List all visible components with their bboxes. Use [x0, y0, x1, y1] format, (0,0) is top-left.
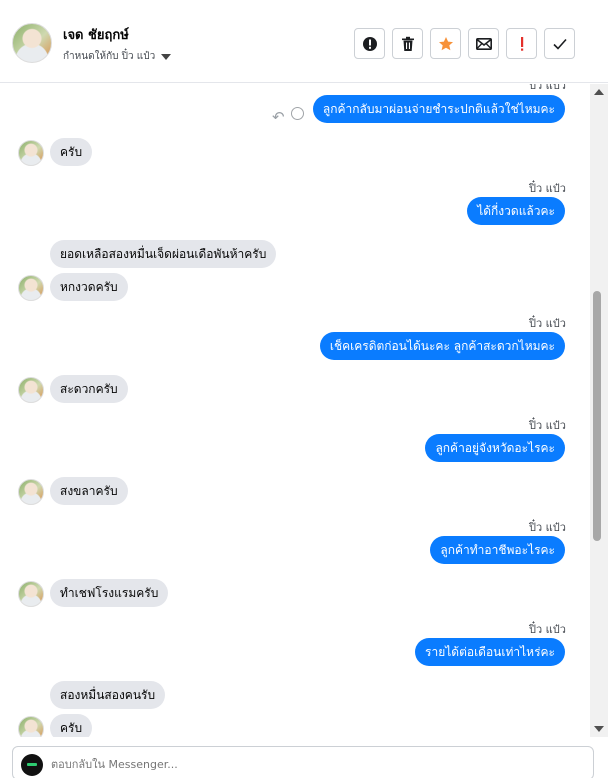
trash-icon: [401, 36, 414, 51]
contact-avatar-small: [18, 377, 44, 403]
sender-label: ปิ๋ว แป๋ว: [529, 84, 566, 92]
sender-label: ปิ๋ว แป๋ว: [529, 419, 566, 432]
message-bubble-incoming[interactable]: ครับ: [50, 138, 93, 166]
message-thread: ปิ๋ว แป๋ว ↶ ลูกค้ากลับมาผ่อนจ่ายชำระปกติ…: [0, 84, 590, 737]
reply-icon[interactable]: ↶: [272, 108, 285, 126]
follow-up-button[interactable]: [506, 28, 537, 59]
reply-input[interactable]: [51, 758, 551, 771]
message-bubble-incoming[interactable]: ครับ: [50, 714, 93, 737]
check-icon: [552, 38, 567, 50]
message-bubble-incoming[interactable]: สะดวกครับ: [50, 375, 128, 403]
sender-label: ปิ๋ว แป๋ว: [529, 317, 566, 330]
assignee-dropdown[interactable]: กำหนดให้กับ ปิ๋ว แป๋ว: [63, 49, 172, 64]
message-bubble-incoming[interactable]: สงขลาครับ: [50, 477, 128, 505]
alert-circle-icon: [362, 36, 377, 51]
sender-label: ปิ๋ว แป๋ว: [529, 521, 566, 534]
message-bubble-incoming[interactable]: สองหมื่นสองคนรับ: [50, 681, 166, 709]
contact-avatar[interactable]: [12, 23, 52, 63]
page-avatar: [21, 754, 43, 776]
envelope-icon: [475, 37, 492, 50]
message-bubble-outgoing[interactable]: ลูกค้าทำอาชีพอะไรคะ: [430, 536, 565, 564]
sender-label: ปิ๋ว แป๋ว: [529, 182, 566, 195]
message-bubble-outgoing[interactable]: ลูกค้าอยู่จังหวัดอะไรคะ: [425, 434, 565, 462]
message-bubble-outgoing[interactable]: ได้กี่งวดแล้วคะ: [467, 197, 565, 225]
message-bubble-incoming[interactable]: หกงวดครับ: [50, 273, 128, 301]
exclamation-icon: [520, 36, 523, 51]
contact-avatar-small: [18, 140, 44, 166]
delete-button[interactable]: [392, 28, 423, 59]
scroll-down-arrow-icon[interactable]: [594, 726, 604, 732]
sender-label: ปิ๋ว แป๋ว: [529, 623, 566, 636]
mark-unread-button[interactable]: [468, 28, 499, 59]
mark-done-button[interactable]: [544, 28, 575, 59]
contact-name[interactable]: เจด ชัยฤกษ์: [63, 24, 129, 45]
conversation-actions: [354, 28, 575, 59]
star-button[interactable]: [430, 28, 461, 59]
contact-avatar-small: [18, 479, 44, 505]
caret-down-icon: [161, 53, 172, 60]
message-bubble-outgoing[interactable]: ลูกค้ากลับมาผ่อนจ่ายชำระปกติแล้วใช่ไหมคะ: [312, 95, 565, 123]
assignee-label: กำหนดให้กับ ปิ๋ว แป๋ว: [63, 51, 156, 62]
contact-avatar-small: [18, 275, 44, 301]
reply-composer: [12, 746, 594, 778]
scrollbar-thumb[interactable]: [593, 291, 601, 541]
conversation-header: เจด ชัยฤกษ์ กำหนดให้กับ ปิ๋ว แป๋ว: [0, 0, 608, 83]
scroll-up-arrow-icon[interactable]: [594, 89, 604, 95]
message-bubble-outgoing[interactable]: รายได้ต่อเดือนเท่าไหร่คะ: [415, 638, 565, 666]
message-bubble-incoming[interactable]: ยอดเหลือสองหมื่นเจ็ดผ่อนเดือพันห้าครับ: [50, 240, 277, 268]
contact-avatar-small: [18, 581, 44, 607]
report-spam-button[interactable]: [354, 28, 385, 59]
thread-scrollbar[interactable]: [590, 84, 608, 737]
message-bubble-incoming[interactable]: ทำเชฟโรงแรมครับ: [50, 579, 169, 607]
message-bubble-outgoing[interactable]: เช็คเครดิตก่อนได้นะคะ ลูกค้าสะดวกไหมคะ: [319, 332, 565, 360]
star-icon: [438, 36, 453, 50]
contact-avatar-small: [18, 716, 44, 737]
react-emoji-icon[interactable]: [291, 107, 304, 120]
